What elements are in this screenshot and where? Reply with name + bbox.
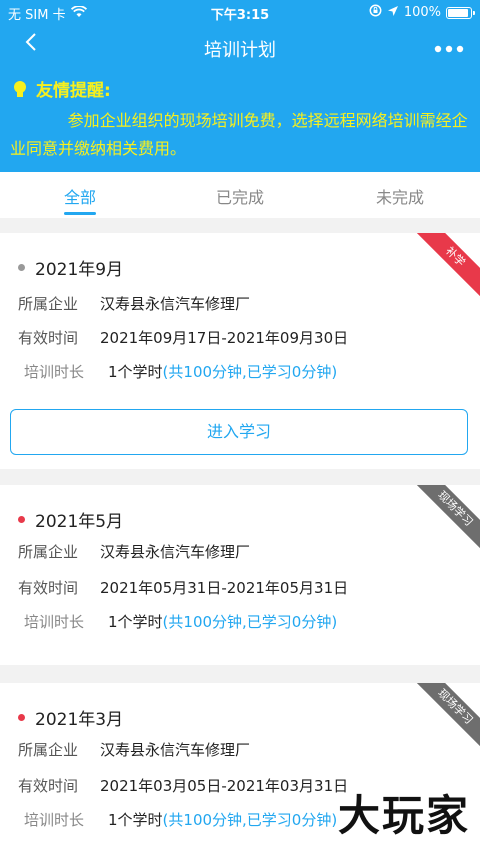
duration-progress: (共100分钟,已学习0分钟)	[162, 811, 338, 829]
battery-percent: 100%	[403, 5, 441, 20]
valid-time-value: 2021年05月31日-2021年05月31日	[100, 579, 349, 597]
tab-completed[interactable]: 已完成	[160, 172, 320, 218]
plan-ribbon: 现场学习	[409, 683, 480, 753]
plan-ribbon: 现场学习	[409, 485, 480, 555]
enter-study-button[interactable]: 进入学习	[10, 409, 468, 455]
tab-all[interactable]: 全部	[0, 172, 160, 218]
valid-time-label: 有效时间	[18, 777, 79, 795]
duration-label: 培训时长	[24, 613, 85, 631]
tab-active-indicator	[64, 212, 96, 215]
status-dot	[18, 264, 25, 271]
header: 无 SIM 卡 下午3:15 100% 培训计划 友情提醒: 参加企业组织的现场…	[0, 0, 480, 172]
notice-title: 友情提醒:	[36, 81, 111, 101]
duration-progress: (共100分钟,已学习0分钟)	[162, 613, 338, 631]
company-value: 汉寿县永信汽车修理厂	[100, 295, 251, 313]
plan-month: 2021年5月	[35, 512, 124, 532]
duration-progress: (共100分钟,已学习0分钟)	[162, 363, 338, 381]
duration-label: 培训时长	[24, 811, 85, 829]
plan-card: 补学 2021年9月 所属企业 汉寿县永信汽车修理厂 有效时间 2021年09月…	[0, 233, 480, 469]
orientation-lock-icon	[369, 4, 382, 21]
company-label: 所属企业	[18, 295, 79, 313]
plan-month: 2021年9月	[35, 260, 124, 280]
tab-incomplete-label: 未完成	[375, 188, 424, 207]
valid-time-label: 有效时间	[18, 329, 79, 347]
notice-panel: 友情提醒: 参加企业组织的现场培训免费，选择远程网络培训需经企业同意并缴纳相关费…	[10, 76, 470, 163]
duration-value: 1个学时	[108, 613, 163, 631]
more-icon	[434, 45, 464, 53]
status-dot	[18, 714, 25, 721]
tab-incomplete[interactable]: 未完成	[320, 172, 480, 218]
valid-time-value: 2021年09月17日-2021年09月30日	[100, 329, 349, 347]
plan-month: 2021年3月	[35, 710, 124, 730]
valid-time-label: 有效时间	[18, 579, 79, 597]
nav-bar: 培训计划	[0, 26, 480, 70]
battery-icon	[446, 6, 475, 19]
notice-body: 参加企业组织的现场培训免费，选择远程网络培训需经企业同意并缴纳相关费用。	[10, 111, 468, 158]
company-value: 汉寿县永信汽车修理厂	[100, 543, 251, 561]
duration-value: 1个学时	[108, 363, 163, 381]
tab-all-label: 全部	[63, 188, 96, 207]
filter-tabs: 全部 已完成 未完成	[0, 172, 480, 218]
plan-ribbon: 补学	[409, 233, 480, 303]
tab-completed-label: 已完成	[215, 188, 264, 207]
company-value: 汉寿县永信汽车修理厂	[100, 741, 251, 759]
more-button[interactable]	[434, 34, 464, 59]
company-label: 所属企业	[18, 741, 79, 759]
location-icon	[387, 5, 399, 21]
duration-label: 培训时长	[24, 363, 85, 381]
lightbulb-icon	[10, 78, 30, 100]
watermark-logo: 大玩家	[337, 791, 470, 840]
status-bar: 无 SIM 卡 下午3:15 100%	[0, 0, 480, 26]
status-dot	[18, 516, 25, 523]
page-title: 培训计划	[204, 40, 276, 61]
duration-value: 1个学时	[108, 811, 163, 829]
company-label: 所属企业	[18, 543, 79, 561]
plan-card: 现场学习 2021年5月 所属企业 汉寿县永信汽车修理厂 有效时间 2021年0…	[0, 485, 480, 665]
valid-time-value: 2021年03月05日-2021年03月31日	[100, 777, 349, 795]
